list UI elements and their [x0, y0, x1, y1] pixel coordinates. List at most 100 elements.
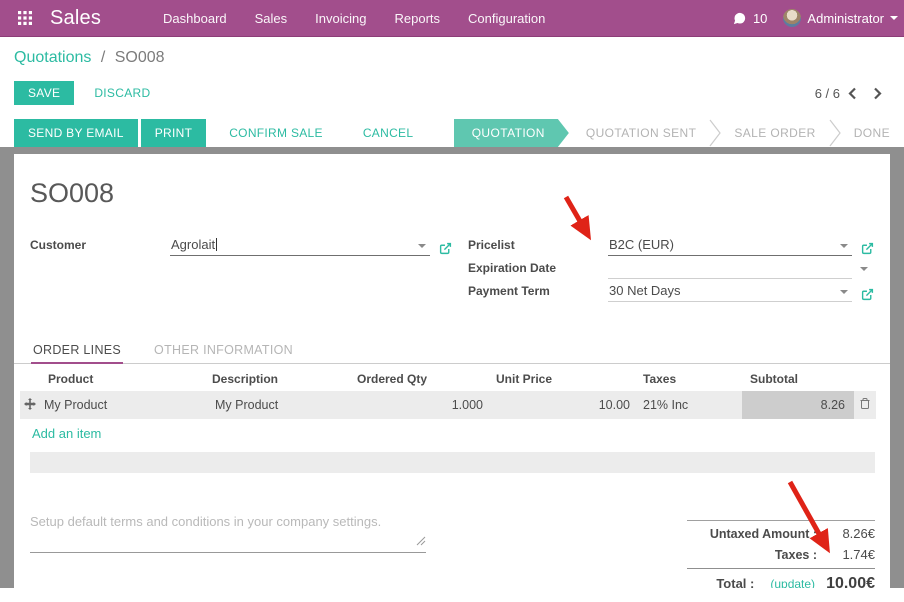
message-count-badge[interactable]: 10 [753, 11, 767, 26]
terms-placeholder: Setup default terms and conditions in yo… [30, 501, 426, 529]
customer-value: Agrolait [171, 237, 215, 252]
status-chevron-icon [829, 119, 841, 147]
navbar-right: 10 Administrator [731, 9, 898, 27]
payment-term-external-link-icon[interactable] [861, 288, 874, 302]
pager-next-icon[interactable] [865, 87, 890, 100]
pricelist-dropdown-icon[interactable] [840, 244, 848, 248]
tab-other-information[interactable]: OTHER INFORMATION [152, 337, 295, 363]
status-quotation-sent[interactable]: QUOTATION SENT [569, 119, 710, 147]
app-title[interactable]: Sales [50, 7, 101, 30]
status-quotation[interactable]: QUOTATION [454, 119, 569, 147]
main-menu: Dashboard Sales Invoicing Reports Config… [149, 0, 559, 36]
status-done[interactable]: DONE [841, 119, 897, 147]
form-sheet: SO008 Customer Agrolait Pricel [14, 154, 890, 588]
cell-description[interactable]: My Product [204, 391, 349, 419]
cell-taxes[interactable]: 21% Inc [635, 391, 742, 419]
pricelist-field-row: Pricelist B2C (EUR) [468, 233, 874, 256]
order-line-row[interactable]: My Product My Product 1.000 10.00 21% In… [20, 391, 876, 419]
breadcrumb-current: SO008 [115, 49, 165, 66]
table-header-row: Product Description Ordered Qty Unit Pri… [20, 366, 876, 391]
statusbar: QUOTATION QUOTATION SENT SALE ORDER DONE [454, 119, 897, 147]
payment-term-label: Payment Term [468, 284, 608, 302]
status-sale-order[interactable]: SALE ORDER [721, 119, 828, 147]
totals-box: Untaxed Amount : 8.26€ Taxes : 1.74€ Tot… [687, 501, 875, 588]
print-button[interactable]: PRINT [141, 119, 207, 147]
delete-line-icon[interactable] [854, 391, 876, 419]
discard-button[interactable]: DISCARD [80, 81, 164, 105]
user-menu-caret-icon [890, 16, 898, 20]
text-cursor [216, 238, 217, 251]
untaxed-amount-label: Untaxed Amount : [687, 527, 817, 541]
action-button-row: SEND BY EMAIL PRINT CONFIRM SALE CANCEL … [14, 119, 897, 147]
customer-dropdown-icon[interactable] [418, 244, 426, 248]
update-total-link[interactable]: (update) [770, 577, 815, 588]
cancel-button[interactable]: CANCEL [343, 119, 433, 147]
pager: 6 / 6 [815, 86, 890, 101]
cell-ordered-qty[interactable]: 1.000 [349, 391, 488, 419]
customer-field-row: Customer Agrolait [30, 233, 452, 256]
payment-term-input[interactable]: 30 Net Days [608, 283, 852, 302]
breadcrumb: Quotations / SO008 [14, 49, 165, 67]
column-ordered-qty: Ordered Qty [349, 366, 488, 391]
menu-invoicing[interactable]: Invoicing [301, 0, 380, 36]
expiration-date-input[interactable] [608, 275, 852, 279]
user-avatar[interactable] [783, 9, 801, 27]
pricelist-value: B2C (EUR) [609, 237, 674, 252]
pager-previous-icon[interactable] [840, 87, 865, 100]
messages-icon[interactable] [731, 11, 748, 26]
top-navbar: Sales Dashboard Sales Invoicing Reports … [0, 0, 904, 37]
pricelist-input[interactable]: B2C (EUR) [608, 237, 852, 256]
total-value: 10.00€ [826, 575, 875, 588]
menu-reports[interactable]: Reports [380, 0, 454, 36]
pricelist-label: Pricelist [468, 238, 608, 256]
save-button[interactable]: SAVE [14, 81, 74, 105]
order-lines-table: Product Description Ordered Qty Unit Pri… [20, 366, 876, 419]
field-grid: Customer Agrolait Pricelist B2C (EUR) [14, 233, 890, 302]
taxes-value: 1.74€ [817, 547, 875, 562]
menu-sales[interactable]: Sales [241, 0, 302, 36]
column-unit-price: Unit Price [488, 366, 635, 391]
empty-line-placeholder[interactable] [30, 452, 875, 473]
total-label: Total : [716, 576, 754, 588]
column-product: Product [40, 366, 204, 391]
breadcrumb-separator: / [101, 49, 105, 66]
menu-configuration[interactable]: Configuration [454, 0, 559, 36]
terms-textarea[interactable]: Setup default terms and conditions in yo… [30, 501, 426, 553]
confirm-sale-button[interactable]: CONFIRM SALE [209, 119, 343, 147]
pager-value: 6 / 6 [815, 86, 840, 101]
total-row: Total : (update) 10.00€ [687, 569, 875, 588]
save-discard-row: SAVE DISCARD 6 / 6 [14, 81, 890, 105]
add-an-item-link[interactable]: Add an item [32, 426, 101, 441]
breadcrumb-quotations[interactable]: Quotations [14, 49, 91, 66]
status-chevron-icon [709, 119, 721, 147]
cell-unit-price[interactable]: 10.00 [488, 391, 635, 419]
resize-handle-icon[interactable] [416, 533, 426, 551]
field-column-left: Customer Agrolait [30, 233, 452, 302]
form-background: SO008 Customer Agrolait Pricel [0, 147, 904, 588]
tab-order-lines[interactable]: ORDER LINES [31, 337, 123, 364]
expiration-dropdown-icon[interactable] [860, 267, 868, 271]
expiration-field-row: Expiration Date [468, 256, 874, 279]
payment-term-dropdown-icon[interactable] [840, 290, 848, 294]
apps-menu-icon[interactable] [12, 5, 38, 31]
cell-product[interactable]: My Product [40, 391, 204, 419]
payment-term-value: 30 Net Days [609, 283, 681, 298]
customer-external-link-icon[interactable] [439, 242, 452, 256]
menu-dashboard[interactable]: Dashboard [149, 0, 241, 36]
send-by-email-button[interactable]: SEND BY EMAIL [14, 119, 138, 147]
drag-handle-icon[interactable] [20, 391, 40, 419]
untaxed-amount-row: Untaxed Amount : 8.26€ [687, 523, 875, 544]
pricelist-external-link-icon[interactable] [861, 242, 874, 256]
column-taxes: Taxes [635, 366, 742, 391]
customer-input[interactable]: Agrolait [170, 237, 430, 256]
notebook-tabs: ORDER LINES OTHER INFORMATION [14, 337, 890, 364]
taxes-label: Taxes : [687, 548, 817, 562]
user-menu[interactable]: Administrator [807, 11, 884, 26]
bottom-section: Setup default terms and conditions in yo… [14, 501, 890, 588]
control-panel: Quotations / SO008 SAVE DISCARD 6 / 6 SE… [0, 37, 904, 147]
column-description: Description [204, 366, 349, 391]
customer-label: Customer [30, 238, 170, 256]
order-title: SO008 [30, 178, 890, 209]
field-column-right: Pricelist B2C (EUR) Expiration Date [452, 233, 874, 302]
taxes-row: Taxes : 1.74€ [687, 544, 875, 565]
